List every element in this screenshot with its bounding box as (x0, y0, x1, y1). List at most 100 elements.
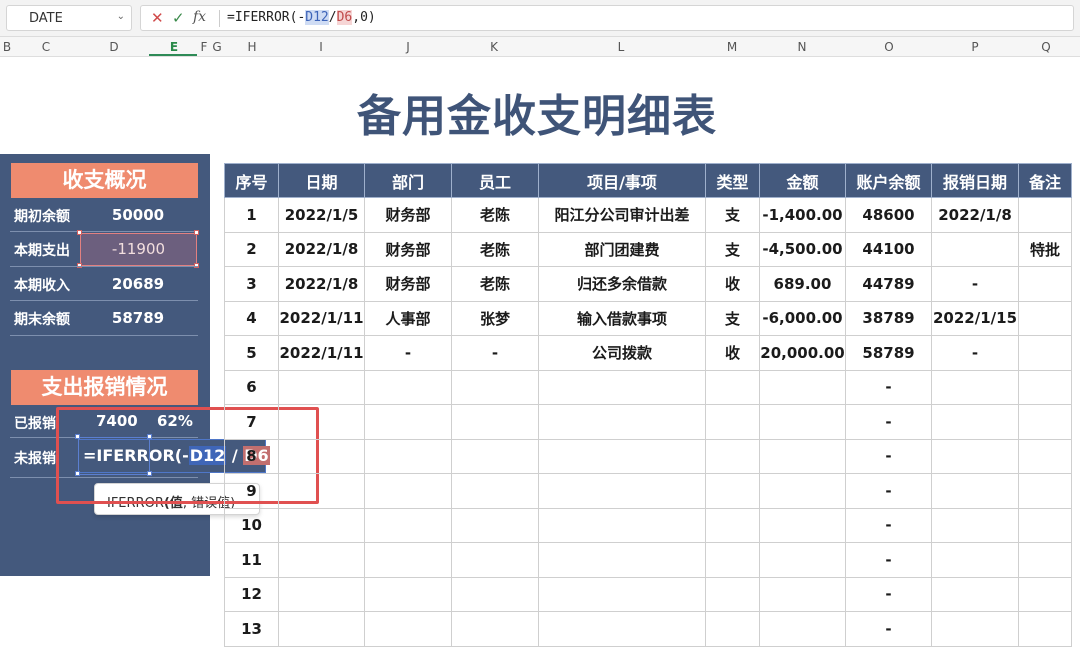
cell-employee[interactable] (451, 611, 539, 647)
column-header-f[interactable]: F (198, 40, 210, 54)
cell-amount[interactable]: 689.00 (759, 266, 846, 302)
cell-department[interactable] (364, 542, 452, 578)
cell-department[interactable]: 财务部 (364, 197, 452, 233)
cell-reimburse-date[interactable]: - (931, 266, 1019, 302)
cell-index[interactable]: 9 (224, 473, 279, 509)
confirm-icon[interactable]: ✓ (172, 9, 185, 27)
cell-amount[interactable]: -4,500.00 (759, 231, 846, 267)
summary-row-income[interactable]: 本期收入 20689 (0, 267, 210, 301)
cell-amount[interactable] (759, 542, 846, 578)
cell-item[interactable] (538, 611, 706, 647)
cell-date[interactable] (278, 473, 365, 509)
column-header-m[interactable]: M (722, 40, 742, 54)
cell-amount[interactable] (759, 438, 846, 474)
cell-balance[interactable]: 44100 (845, 231, 932, 267)
cell-index[interactable]: 12 (224, 576, 279, 612)
cell-date[interactable]: 2022/1/8 (278, 231, 365, 267)
header-balance[interactable]: 账户余额 (845, 163, 932, 198)
cell-employee[interactable]: 老陈 (451, 266, 539, 302)
cell-balance[interactable]: - (845, 611, 932, 647)
cell-date[interactable] (278, 369, 365, 405)
cell-department[interactable] (364, 438, 452, 474)
header-department[interactable]: 部门 (364, 163, 452, 198)
chevron-down-icon[interactable]: ⌄ (117, 11, 125, 22)
cell-employee[interactable] (451, 576, 539, 612)
cell-date[interactable] (278, 507, 365, 543)
cell-date[interactable] (278, 542, 365, 578)
column-header-c[interactable]: C (36, 40, 56, 54)
cell-reimburse-date[interactable] (931, 404, 1019, 440)
cell-department[interactable] (364, 369, 452, 405)
cell-balance[interactable]: 38789 (845, 300, 932, 336)
cell-item[interactable] (538, 507, 706, 543)
cell-index[interactable]: 5 (224, 335, 279, 371)
cell-balance[interactable]: 44789 (845, 266, 932, 302)
cell-reimburse-date[interactable]: 2022/1/8 (931, 197, 1019, 233)
cell-index[interactable]: 4 (224, 300, 279, 336)
cell-type[interactable] (705, 369, 760, 405)
cell-employee[interactable] (451, 507, 539, 543)
cell-date[interactable]: 2022/1/8 (278, 266, 365, 302)
cell-remark[interactable] (1018, 473, 1072, 509)
cell-type[interactable] (705, 507, 760, 543)
cell-type[interactable]: 收 (705, 266, 760, 302)
cell-item[interactable] (538, 542, 706, 578)
cell-type[interactable] (705, 542, 760, 578)
cell-employee[interactable]: 老陈 (451, 197, 539, 233)
cell-date[interactable]: 2022/1/11 (278, 335, 365, 371)
cell-department[interactable] (364, 473, 452, 509)
cell-index[interactable]: 7 (224, 404, 279, 440)
header-item[interactable]: 项目/事项 (538, 163, 706, 198)
cell-remark[interactable] (1018, 197, 1072, 233)
column-header-q[interactable]: Q (1036, 40, 1056, 54)
cell-remark[interactable] (1018, 542, 1072, 578)
column-header-l[interactable]: L (611, 40, 631, 54)
cell-amount[interactable]: 20,000.00 (759, 335, 846, 371)
cell-date[interactable] (278, 611, 365, 647)
column-header-i[interactable]: I (311, 40, 331, 54)
cell-department[interactable] (364, 611, 452, 647)
expense-cell-selected[interactable]: -11900 (80, 233, 197, 266)
cell-reimburse-date[interactable] (931, 542, 1019, 578)
cell-employee[interactable] (451, 404, 539, 440)
cell-balance[interactable]: - (845, 576, 932, 612)
name-box[interactable]: DATE ⌄ (6, 5, 132, 31)
cell-index[interactable]: 6 (224, 369, 279, 405)
resize-handle[interactable] (194, 230, 199, 235)
header-employee[interactable]: 员工 (451, 163, 539, 198)
header-amount[interactable]: 金额 (759, 163, 846, 198)
cell-employee[interactable]: 张梦 (451, 300, 539, 336)
header-remark[interactable]: 备注 (1018, 163, 1072, 198)
cell-remark[interactable] (1018, 266, 1072, 302)
header-reimburse-date[interactable]: 报销日期 (931, 163, 1019, 198)
cell-type[interactable]: 支 (705, 300, 760, 336)
cell-remark[interactable] (1018, 335, 1072, 371)
cell-remark[interactable] (1018, 507, 1072, 543)
summary-row-closing[interactable]: 期末余额 58789 (0, 301, 210, 335)
header-type[interactable]: 类型 (705, 163, 760, 198)
cell-type[interactable]: 支 (705, 197, 760, 233)
cell-index[interactable]: 10 (224, 507, 279, 543)
cell-item[interactable]: 输入借款事项 (538, 300, 706, 336)
cell-balance[interactable]: - (845, 369, 932, 405)
cell-employee[interactable]: - (451, 335, 539, 371)
cell-remark[interactable] (1018, 369, 1072, 405)
cell-balance[interactable]: 58789 (845, 335, 932, 371)
cell-index[interactable]: 2 (224, 231, 279, 267)
cell-department[interactable] (364, 404, 452, 440)
column-header-d[interactable]: D (104, 40, 124, 54)
cancel-icon[interactable]: ✕ (151, 9, 164, 27)
cell-reimburse-date[interactable] (931, 507, 1019, 543)
cell-reimburse-date[interactable] (931, 438, 1019, 474)
cell-remark[interactable] (1018, 438, 1072, 474)
cell-reimburse-date[interactable]: 2022/1/15 (931, 300, 1019, 336)
header-date[interactable]: 日期 (278, 163, 365, 198)
cell-department[interactable]: - (364, 335, 452, 371)
cell-amount[interactable] (759, 576, 846, 612)
cell-balance[interactable]: 48600 (845, 197, 932, 233)
cell-item[interactable] (538, 473, 706, 509)
cell-reimburse-date[interactable] (931, 473, 1019, 509)
cell-amount[interactable] (759, 369, 846, 405)
cell-employee[interactable] (451, 542, 539, 578)
column-header-g[interactable]: G (210, 40, 224, 54)
